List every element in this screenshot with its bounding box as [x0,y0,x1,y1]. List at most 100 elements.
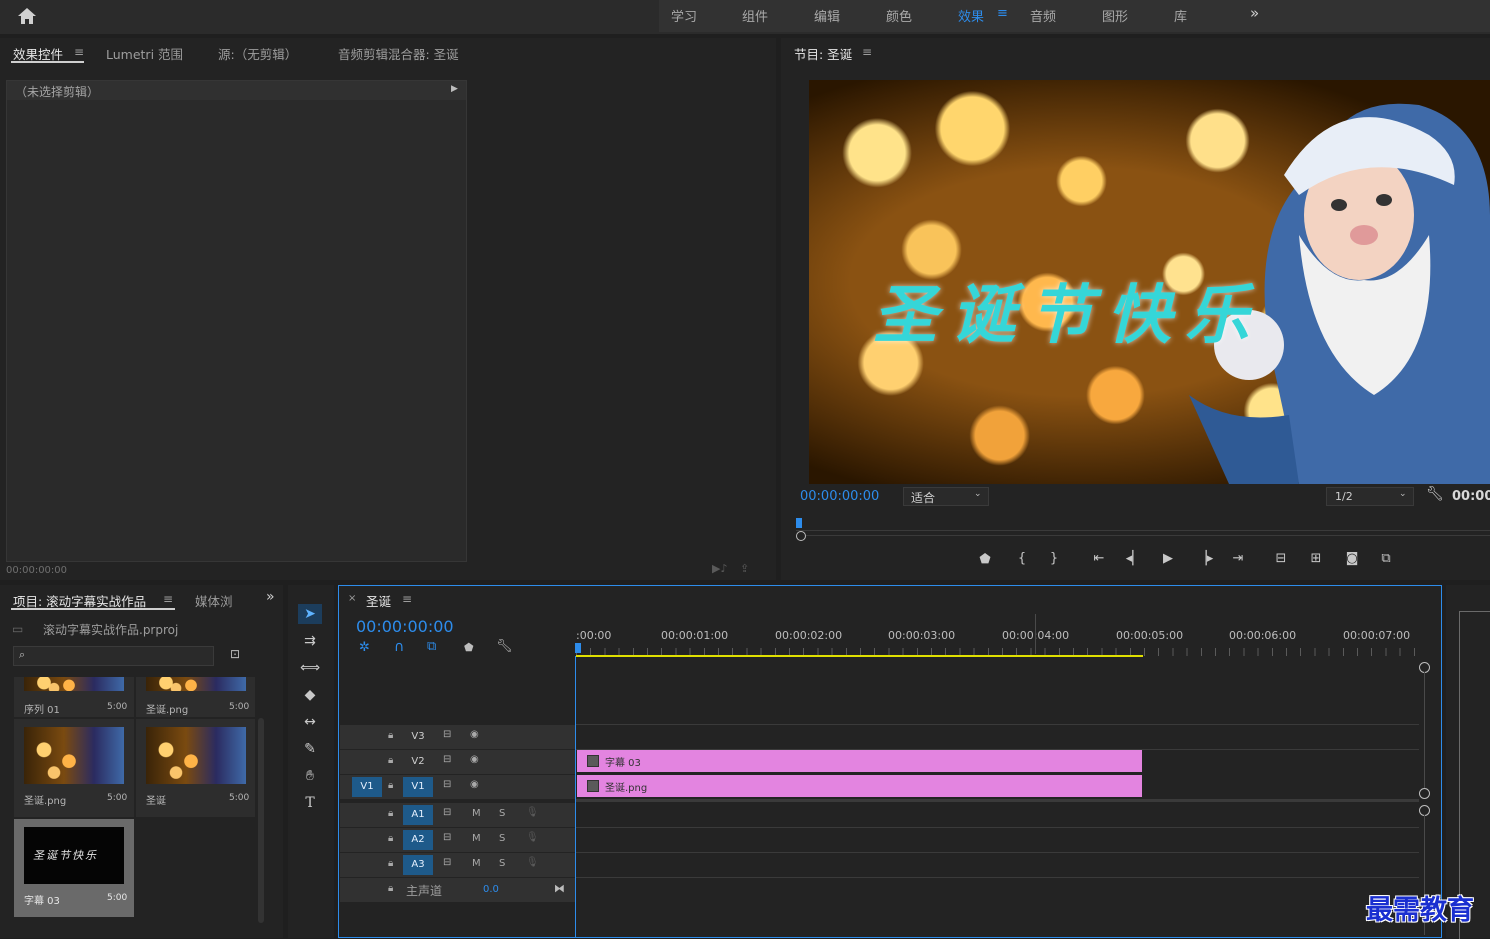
tab-audio-clip-mixer[interactable]: 音频剪辑混合器: 圣诞 [338,44,459,63]
sync-lock-icon[interactable]: ⊟ [443,729,451,740]
program-ruler[interactable] [796,516,1490,531]
linked-selection-icon[interactable]: ⧉ [427,639,436,654]
slip-tool-icon[interactable]: ↔ [298,712,322,732]
project-search-input[interactable]: ⌕ [13,646,214,666]
workspace-tab-editing[interactable]: 编辑 [814,6,840,25]
video-audio-divider[interactable] [576,799,1419,802]
razor-tool-icon[interactable]: ◆ [298,685,322,705]
play-triangle-icon[interactable]: ▶ [451,84,458,94]
lock-icon[interactable]: 🔒︎ [388,808,393,819]
program-monitor-title[interactable]: 节目: 圣诞 [794,44,852,63]
project-scrollbar[interactable] [258,718,264,923]
pen-tool-icon[interactable]: ✎ [298,739,322,759]
timeline-clip-caption[interactable]: 字幕 03 [577,750,1142,772]
track-label-v3[interactable]: V3 [403,727,433,747]
track-label-v1[interactable]: V1 [403,777,433,797]
microphone-icon[interactable]: 🎙︎ [526,832,539,843]
track-select-tool-icon[interactable]: ⇉ [298,631,322,651]
tab-media-browser[interactable]: 媒体浏 [195,591,243,610]
track-label-a1[interactable]: A1 [403,805,433,825]
workspace-tab-assembly[interactable]: 组件 [742,6,768,25]
video-scrollbar[interactable] [1424,672,1425,788]
program-menu-icon[interactable]: ≡ [862,45,872,59]
video-scroll-handle-bottom[interactable] [1419,788,1430,799]
go-to-in-icon[interactable]: ⇤ [1088,551,1110,566]
source-patch-v1[interactable]: V1 [352,777,382,797]
new-bin-search-icon[interactable]: ⊡ [230,647,240,661]
track-label-a3[interactable]: A3 [403,855,433,875]
mute-button[interactable]: M [472,833,481,844]
lock-icon[interactable]: 🔒︎ [388,833,393,844]
tab-lumetri-scopes[interactable]: Lumetri 范围 [106,44,183,63]
extract-icon[interactable]: ⊞ [1305,551,1327,566]
workspace-menu-icon[interactable]: ≡ [997,6,1008,21]
master-volume-value[interactable]: 0.0 [483,884,499,895]
lock-icon[interactable]: 🔒︎ [388,755,393,766]
track-label-a2[interactable]: A2 [403,830,433,850]
step-forward-icon[interactable]: ▕▸ [1194,551,1216,566]
solo-button[interactable]: S [499,808,505,819]
program-timecode[interactable]: 00:00:00:00 [800,489,879,504]
timeline-sequence-tab[interactable]: 圣诞 [366,591,391,610]
solo-button[interactable]: S [499,833,505,844]
selection-tool-icon[interactable]: ➤ [298,604,322,624]
timeline-menu-icon[interactable]: ≡ [402,592,412,606]
play-icon[interactable]: ▶ [1157,551,1179,566]
panel-overflow-icon[interactable]: » [266,589,275,605]
track-label-v2[interactable]: V2 [403,752,433,772]
mute-button[interactable]: M [472,808,481,819]
home-icon[interactable] [16,6,38,26]
sync-lock-icon[interactable]: ⊟ [443,857,451,868]
project-item-selected[interactable]: 圣诞节快乐 字幕 03 5:00 [14,819,134,917]
sync-lock-icon[interactable]: ⊟ [443,754,451,765]
project-menu-icon[interactable]: ≡ [163,592,173,606]
work-area-bar[interactable] [576,655,1143,657]
filter-audio-icon[interactable]: ▶♪ [712,562,727,575]
hand-tool-icon[interactable]: ✋︎ [298,766,322,786]
resolution-select[interactable]: 1/2 ⌄ [1326,487,1414,506]
workspace-tab-graphics[interactable]: 图形 [1102,6,1128,25]
zoom-select[interactable]: 适合 ⌄ [903,487,989,506]
project-item[interactable]: 圣诞.png 5:00 [14,719,134,817]
step-back-icon[interactable]: ◂▏ [1123,551,1145,566]
zoom-bar[interactable] [806,535,1490,536]
tab-source[interactable]: 源:（无剪辑） [218,44,297,63]
workspace-tab-color[interactable]: 颜色 [886,6,912,25]
wrench-icon[interactable]: 🔧︎ [1426,486,1444,502]
add-marker-icon[interactable]: ⬟ [974,552,996,567]
lock-icon[interactable]: 🔒︎ [388,780,393,791]
go-to-out-icon[interactable]: ⇥ [1227,551,1249,566]
project-item[interactable]: 序列 01 5:00 [14,677,134,717]
timeline-clip-image[interactable]: 圣诞.png [577,775,1142,797]
lift-icon[interactable]: ⊟ [1270,551,1292,566]
microphone-icon[interactable]: 🎙︎ [526,857,539,868]
settings-wrench-icon[interactable]: 🔧︎ [496,639,513,654]
camera-icon[interactable]: ◙ [1341,551,1363,566]
nest-icon[interactable]: ✲ [359,640,370,655]
mark-in-icon[interactable]: { [1011,551,1033,566]
timeline-ruler[interactable]: :00:00 00:00:01:00 00:00:02:00 00:00:03:… [575,612,1419,658]
mark-out-icon[interactable]: } [1043,551,1065,566]
workspace-tab-effects[interactable]: 效果 [958,6,984,25]
ripple-edit-tool-icon[interactable]: ⟺ [298,658,322,678]
lock-icon[interactable]: 🔒︎ [388,858,393,869]
type-tool-icon[interactable]: T [298,793,322,813]
project-item[interactable]: 圣诞.png 5:00 [136,677,255,717]
eye-icon[interactable]: ◉ [470,779,479,790]
export-icon[interactable]: ⇪ [740,562,749,575]
solo-button[interactable]: S [499,858,505,869]
program-video-frame[interactable]: 圣诞节快乐 [809,80,1490,484]
expand-tracks-icon[interactable]: ⧓ [554,882,565,895]
eye-icon[interactable]: ◉ [470,729,479,740]
microphone-icon[interactable]: 🎙︎ [526,807,539,818]
lock-icon[interactable]: 🔒︎ [388,883,393,894]
workspace-tab-libraries[interactable]: 库 [1174,6,1187,25]
mute-button[interactable]: M [472,858,481,869]
add-marker-icon[interactable]: ⬟ [464,641,474,654]
lock-icon[interactable]: 🔒︎ [388,730,393,741]
timeline-timecode[interactable]: 00:00:00:00 [356,617,454,636]
project-item[interactable]: 圣诞 5:00 [136,719,255,817]
compare-view-icon[interactable]: ⧉ [1375,551,1397,566]
snap-icon[interactable]: ∩ [394,639,404,655]
workspace-overflow-icon[interactable]: » [1250,4,1259,22]
